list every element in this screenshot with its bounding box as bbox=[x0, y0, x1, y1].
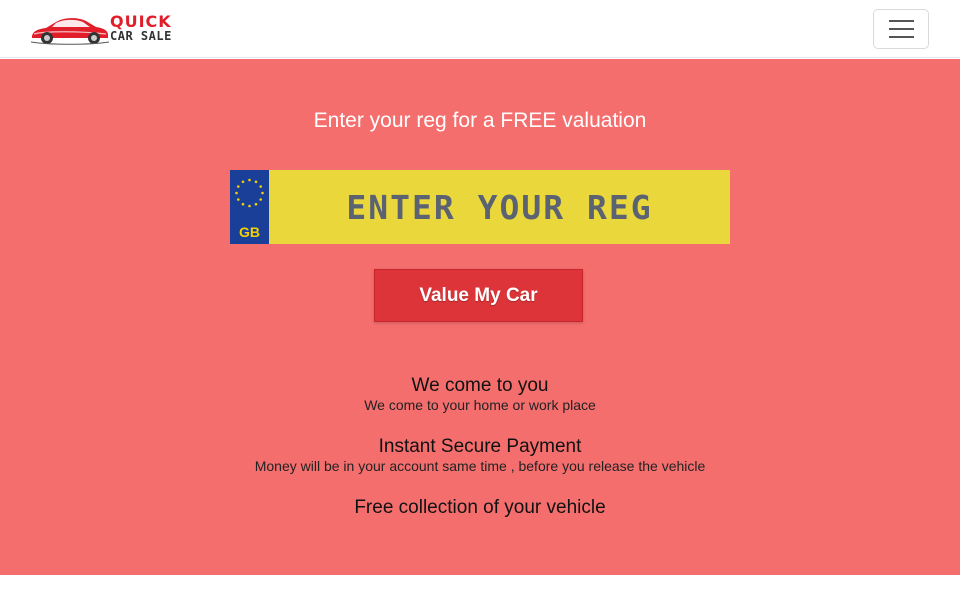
hamburger-menu-icon bbox=[889, 36, 914, 38]
brand-name-line1: QUICK bbox=[110, 12, 172, 31]
feature-free-collection: Free collection of your vehicle bbox=[0, 497, 960, 519]
site-header: QUICK CAR SALE bbox=[0, 0, 960, 58]
value-my-car-button[interactable]: Value My Car bbox=[374, 269, 583, 322]
feature-title: We come to you bbox=[411, 375, 549, 396]
feature-title: Instant Secure Payment bbox=[378, 436, 582, 457]
feature-description: Money will be in your account same time … bbox=[254, 458, 706, 474]
car-logo-icon bbox=[30, 18, 110, 45]
hero-title: Enter your reg for a FREE valuation bbox=[313, 109, 647, 132]
brand-name-line2: CAR SALE bbox=[110, 29, 172, 43]
hamburger-menu-icon bbox=[889, 28, 914, 30]
eu-stars-icon bbox=[235, 178, 264, 208]
feature-instant-secure-payment: Instant Secure Payment Money will be in … bbox=[0, 436, 960, 475]
menu-toggle-button[interactable] bbox=[873, 9, 929, 49]
feature-we-come-to-you: We come to you We come to your home or w… bbox=[0, 375, 960, 414]
hero-section: Enter your reg for a FREE valuation GB E… bbox=[0, 59, 960, 575]
reg-input[interactable] bbox=[269, 170, 730, 244]
brand-logo[interactable]: QUICK CAR SALE bbox=[30, 12, 182, 46]
page-footer-area bbox=[0, 575, 960, 600]
feature-description: We come to your home or work place bbox=[364, 397, 596, 413]
hamburger-menu-icon bbox=[889, 20, 914, 22]
plate-country-band: GB bbox=[230, 170, 269, 244]
plate-country-code: GB bbox=[239, 224, 260, 240]
reg-plate: GB bbox=[230, 170, 730, 244]
feature-title: Free collection of your vehicle bbox=[354, 497, 606, 518]
